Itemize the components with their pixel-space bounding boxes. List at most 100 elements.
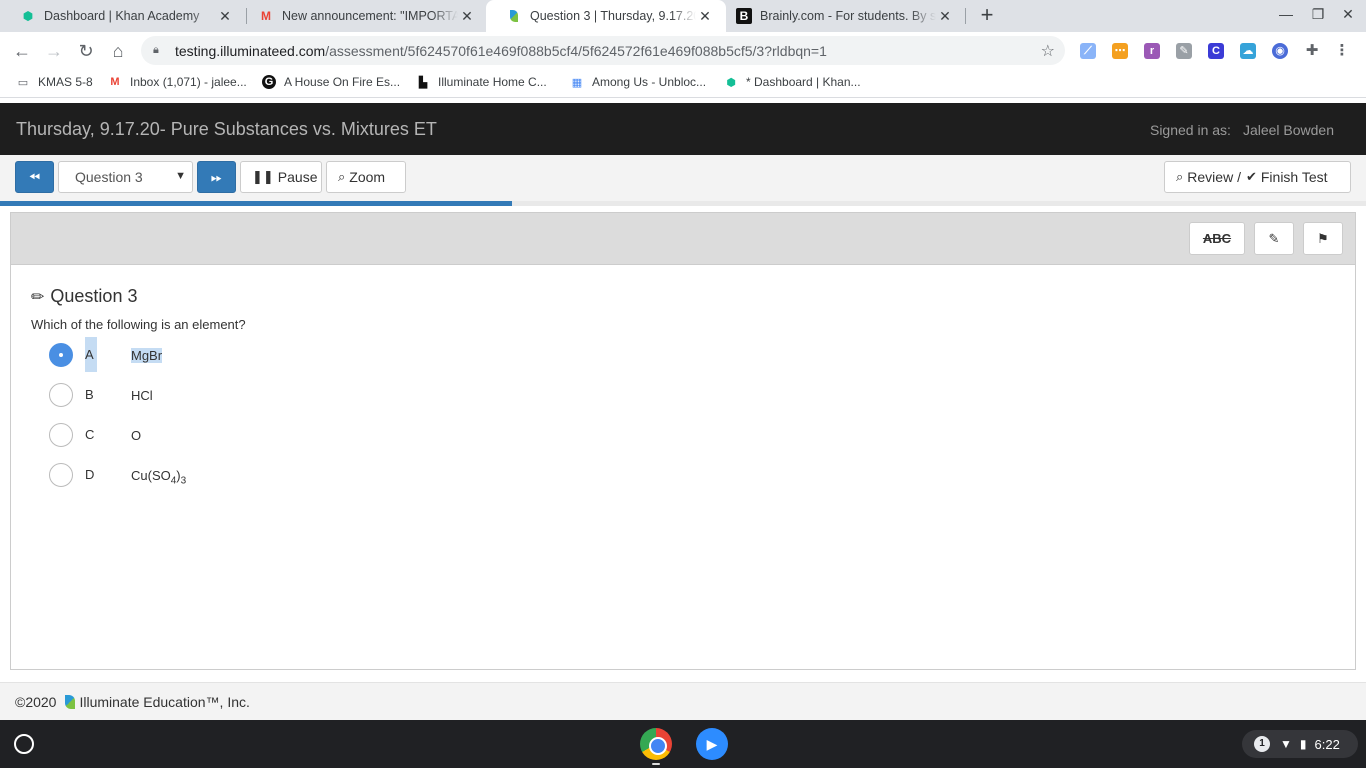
flag-button[interactable]: ⚑ bbox=[1303, 222, 1343, 255]
home-icon[interactable]: ⌂ bbox=[107, 40, 129, 62]
review-label: Review / bbox=[1187, 169, 1241, 185]
extension-icon[interactable]: ◉ bbox=[1272, 43, 1288, 59]
signed-in-label: Signed in as: bbox=[1149, 122, 1231, 138]
pause-label: Pause bbox=[277, 169, 318, 185]
khan-icon: ⬢ bbox=[726, 76, 736, 89]
review-finish-button[interactable]: ⌕ Review / ✔ Finish Test bbox=[1164, 161, 1351, 193]
bookmark-label: * Dashboard | Khan... bbox=[746, 75, 861, 89]
check-icon: ✔ bbox=[1245, 169, 1257, 184]
extension-icon[interactable]: ☁ bbox=[1240, 43, 1256, 59]
notes-button[interactable]: ✎ bbox=[1254, 222, 1294, 255]
close-icon[interactable]: ✕ bbox=[216, 8, 234, 25]
bookmark-item[interactable]: ⬢ * Dashboard | Khan... bbox=[724, 75, 861, 89]
url-path: /assessment/5f624570f61e469f088b5cf4/5f6… bbox=[325, 42, 827, 59]
back-arrow-icon[interactable]: ← bbox=[11, 40, 33, 62]
question-title: Question 3 bbox=[50, 286, 138, 306]
bookmark-item[interactable]: G A House On Fire Es... bbox=[262, 75, 400, 89]
address-bar[interactable]: 🔒︎ testing.illuminateed.com/assessment/5… bbox=[141, 36, 1065, 65]
pencil-icon: ✏︎ bbox=[31, 288, 45, 306]
close-icon[interactable]: ✕ bbox=[696, 8, 714, 25]
restore-icon[interactable]: ❐ bbox=[1308, 6, 1328, 23]
puzzle-icon[interactable]: ✚ bbox=[1304, 43, 1320, 59]
tab-title: Dashboard | Khan Academy bbox=[44, 9, 200, 23]
radio-a[interactable] bbox=[49, 343, 73, 367]
gmail-icon: M bbox=[261, 9, 271, 23]
question-toolbar: ABC ✎ ⚑ bbox=[11, 213, 1355, 265]
gmail-icon: M bbox=[110, 76, 120, 88]
choice-letter: D bbox=[85, 467, 95, 482]
copyright: ©2020 Illuminate Education™, Inc. bbox=[15, 694, 250, 710]
wifi-icon: ▼ bbox=[1280, 737, 1292, 751]
strikethrough-button[interactable]: ABC bbox=[1189, 222, 1245, 255]
question-select[interactable]: Question 3 ▼ bbox=[58, 161, 193, 193]
zoom-button[interactable]: ⌕ Zoom bbox=[326, 161, 406, 193]
tab-brainly[interactable]: B Brainly.com - For students. By stu ✕ bbox=[716, 0, 966, 32]
choice-letter: A bbox=[85, 337, 97, 372]
zoom-label: Zoom bbox=[349, 169, 386, 185]
answer-choice-b[interactable]: B HCl bbox=[49, 381, 349, 409]
chevron-down-icon: ▼ bbox=[175, 170, 186, 182]
fast-backward-icon: ⏪︎ bbox=[28, 169, 41, 185]
user-name: Jaleel Bowden bbox=[1242, 122, 1334, 138]
calendar-icon: ▦ bbox=[571, 76, 583, 89]
tab-gmail-announcement[interactable]: M New announcement: "IMPORTANT ✕ bbox=[238, 0, 488, 32]
chrome-icon[interactable] bbox=[640, 728, 672, 760]
browser-tab-strip: ⬢ Dashboard | Khan Academy ✕ M New annou… bbox=[0, 0, 1366, 32]
extension-icon[interactable]: ✎ bbox=[1176, 43, 1192, 59]
folder-icon: ▭ bbox=[17, 76, 29, 89]
bookmark-star-icon[interactable]: ☆ bbox=[1041, 41, 1055, 61]
radio-d[interactable] bbox=[49, 463, 73, 487]
formula-subscript: 3 bbox=[180, 475, 187, 487]
app-header: Thursday, 9.17.20- Pure Substances vs. M… bbox=[0, 103, 1366, 155]
question-select-value: Question 3 bbox=[75, 169, 143, 185]
pause-button[interactable]: ❚❚ Pause bbox=[240, 161, 322, 193]
answer-choice-a[interactable]: A MgBr bbox=[49, 337, 349, 372]
next-question-button[interactable]: ⏩︎ bbox=[197, 161, 236, 193]
g-icon: G bbox=[262, 75, 276, 89]
extension-icon[interactable]: ⟋ bbox=[1080, 43, 1096, 59]
choice-answer: HCl bbox=[131, 388, 153, 403]
close-window-icon[interactable]: ✕ bbox=[1338, 6, 1358, 23]
tab-separator bbox=[965, 8, 966, 24]
menu-dots-icon[interactable]: ⋮ bbox=[1334, 43, 1350, 59]
tab-title: Brainly.com - For students. By stu bbox=[760, 9, 936, 23]
progress-bar bbox=[0, 201, 1366, 206]
extension-icon[interactable]: C bbox=[1208, 43, 1224, 59]
question-panel: ABC ✎ ⚑ ✏︎ Question 3 Which of the follo… bbox=[10, 212, 1356, 670]
minimize-icon[interactable]: — bbox=[1276, 6, 1296, 22]
previous-question-button[interactable]: ⏪︎ bbox=[15, 161, 54, 193]
formula-main: Cu(SO bbox=[131, 468, 171, 483]
choice-answer: Cu(SO4)3 bbox=[131, 468, 186, 487]
status-tray[interactable]: 1 ▼ ▮ 6:22 bbox=[1242, 730, 1358, 758]
search-icon: ⌕ bbox=[1176, 169, 1184, 184]
radio-b[interactable] bbox=[49, 383, 73, 407]
extension-icon[interactable]: r bbox=[1144, 43, 1160, 59]
reload-icon[interactable]: ↻ bbox=[75, 40, 97, 62]
close-icon[interactable]: ✕ bbox=[936, 8, 954, 25]
edit-icon: ✎ bbox=[1268, 231, 1280, 246]
bookmark-item[interactable]: M Inbox (1,071) - jalee... bbox=[108, 75, 246, 89]
extension-icon[interactable]: ⋯ bbox=[1112, 43, 1128, 59]
bookmark-item[interactable]: ▙ Illuminate Home C... bbox=[416, 75, 547, 89]
test-controls: ⏪︎ Question 3 ▼ ⏩︎ ❚❚ Pause ⌕ Zoom ⌕ Review… bbox=[0, 155, 1366, 201]
zoom-video-icon[interactable]: ▶︎ bbox=[696, 728, 728, 760]
radio-c[interactable] bbox=[49, 423, 73, 447]
question-heading: ✏︎ Question 3 bbox=[31, 286, 137, 307]
notification-badge: 1 bbox=[1254, 736, 1270, 752]
choice-answer: MgBr bbox=[131, 348, 163, 363]
close-icon[interactable]: ✕ bbox=[458, 8, 476, 25]
answer-choice-c[interactable]: C O bbox=[49, 421, 349, 449]
question-text: Which of the following is an element? bbox=[31, 317, 246, 332]
tab-question-3[interactable]: Question 3 | Thursday, 9.17.20- Pure ✕ bbox=[486, 0, 726, 32]
new-tab-button[interactable]: + bbox=[976, 4, 998, 28]
page-footer: ©2020 Illuminate Education™, Inc. bbox=[0, 682, 1366, 720]
illuminate-icon bbox=[506, 8, 522, 24]
bookmark-item[interactable]: ▦ Among Us - Unbloc... bbox=[570, 75, 706, 89]
forward-arrow-icon[interactable]: → bbox=[43, 40, 65, 62]
bookmark-label: Among Us - Unbloc... bbox=[592, 75, 707, 89]
flag-icon: ⚑ bbox=[1317, 231, 1329, 246]
tab-khan-dashboard[interactable]: ⬢ Dashboard | Khan Academy ✕ bbox=[0, 0, 246, 32]
bookmark-item[interactable]: ▭ KMAS 5-8 bbox=[16, 75, 93, 89]
answer-choice-d[interactable]: D Cu(SO4)3 bbox=[49, 461, 349, 489]
launcher-icon[interactable] bbox=[14, 734, 34, 754]
